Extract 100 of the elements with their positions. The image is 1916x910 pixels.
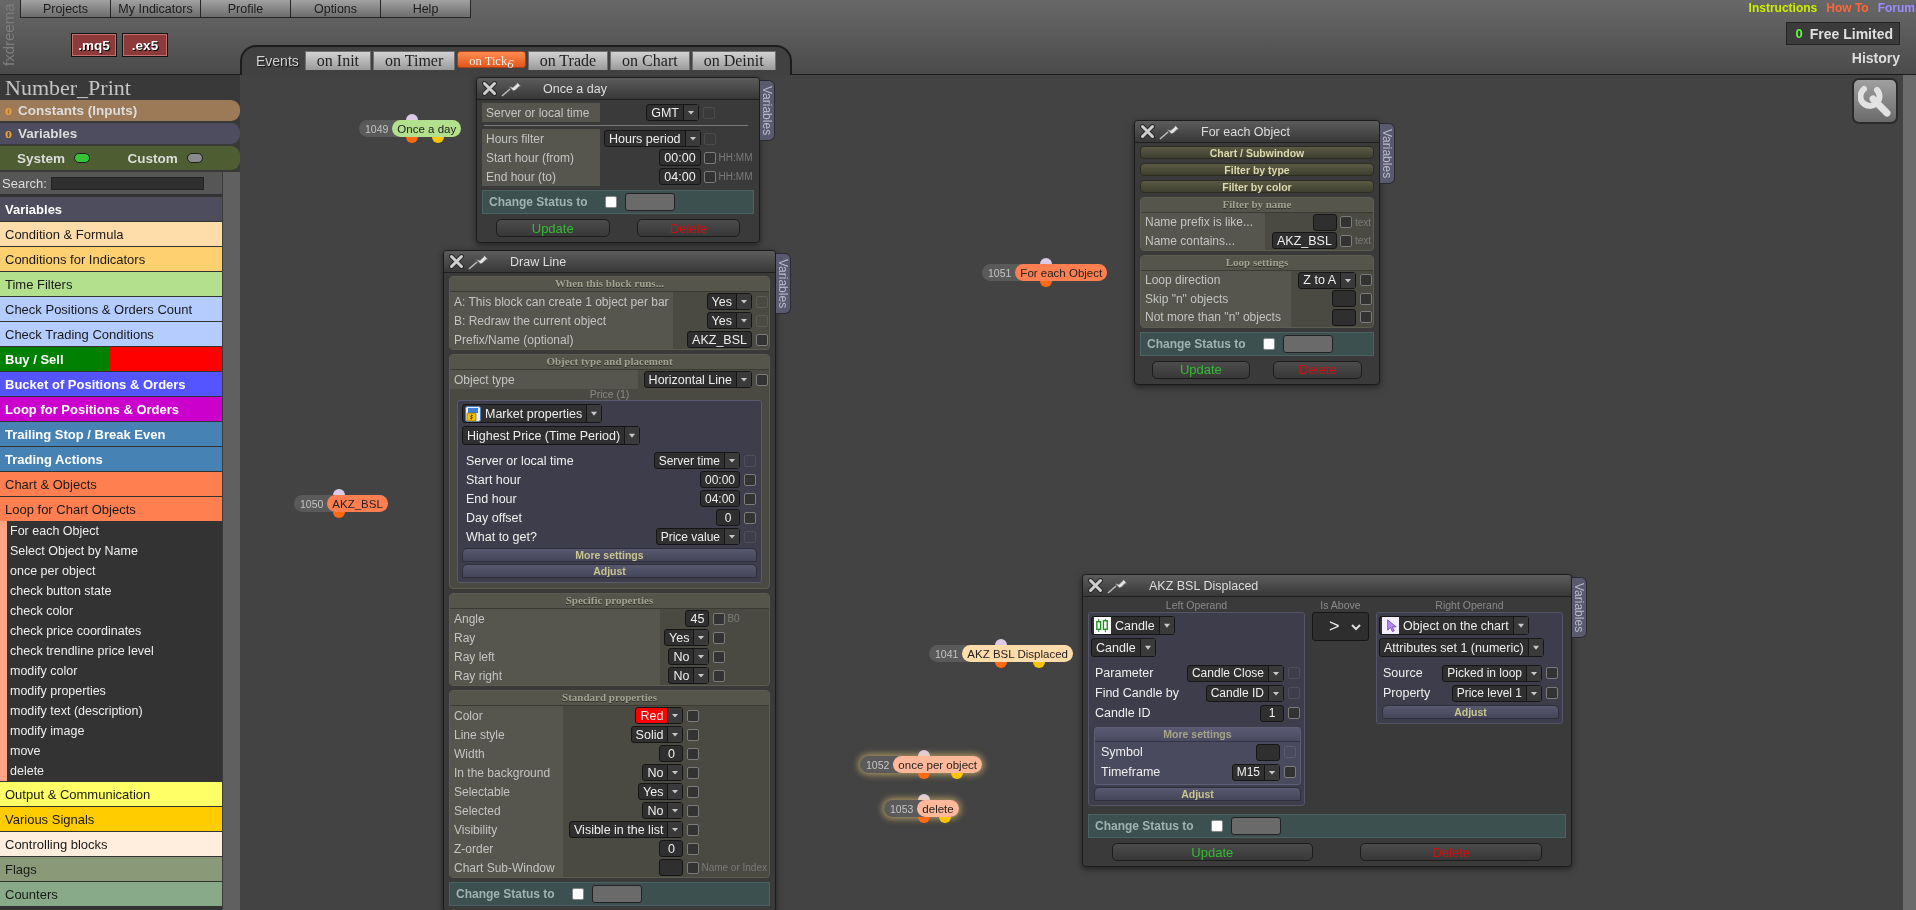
pin-icon[interactable] bbox=[1107, 577, 1129, 594]
menu-button[interactable]: Profile bbox=[200, 0, 291, 18]
checkbox[interactable] bbox=[743, 511, 756, 524]
dropdown[interactable]: Yes bbox=[706, 312, 752, 329]
scrollbar[interactable] bbox=[222, 172, 240, 910]
category-item[interactable]: Loop for Positions & Orders bbox=[0, 397, 222, 421]
export-button[interactable]: .ex5 bbox=[122, 33, 168, 57]
category-item[interactable]: Chart & Objects bbox=[0, 472, 222, 496]
expand-bar[interactable]: Adjust bbox=[462, 564, 757, 578]
event-tab[interactable]: on Deinit bbox=[691, 51, 776, 70]
diagram-node[interactable]: 1052 once per object bbox=[860, 756, 982, 773]
text-field[interactable] bbox=[1332, 308, 1356, 326]
text-field[interactable]: 04:00 bbox=[659, 168, 701, 185]
text-field[interactable] bbox=[1312, 213, 1337, 231]
event-tab[interactable]: on Timer bbox=[373, 51, 456, 70]
toggle-switch[interactable] bbox=[186, 153, 203, 163]
text-field[interactable]: 00:00 bbox=[659, 149, 701, 166]
event-tab[interactable]: on Init bbox=[304, 51, 372, 70]
block-item[interactable]: modify image bbox=[10, 721, 222, 741]
checkbox[interactable] bbox=[686, 823, 699, 836]
output-port-icon[interactable] bbox=[1040, 281, 1052, 287]
expand-bar[interactable]: Adjust bbox=[1094, 787, 1301, 801]
block-item[interactable]: modify properties bbox=[10, 681, 222, 701]
text-field[interactable]: 45 bbox=[685, 610, 710, 627]
output-port-icon[interactable] bbox=[939, 817, 951, 823]
variables-tab[interactable]: Variables bbox=[776, 253, 791, 315]
input-port-icon[interactable] bbox=[1040, 258, 1052, 264]
dropdown[interactable]: Hours period bbox=[604, 130, 701, 147]
output-port-icon[interactable] bbox=[1033, 662, 1045, 668]
output-port-icon[interactable] bbox=[432, 137, 444, 143]
checkbox[interactable] bbox=[686, 861, 699, 874]
input-port-icon[interactable] bbox=[406, 114, 418, 120]
text-field[interactable]: AKZ_BSL bbox=[1272, 232, 1337, 250]
update-button[interactable]: Update bbox=[1151, 360, 1250, 379]
block-item[interactable]: once per object bbox=[10, 561, 222, 581]
close-icon[interactable] bbox=[449, 254, 464, 269]
dropdown[interactable]: No bbox=[642, 764, 684, 781]
output-port-icon[interactable] bbox=[918, 817, 930, 823]
source-dropdown[interactable]: Attributes set 1 (numeric) bbox=[1379, 638, 1544, 657]
checkbox[interactable] bbox=[686, 804, 699, 817]
status-field[interactable] bbox=[1283, 334, 1333, 353]
block-item[interactable]: delete bbox=[10, 761, 222, 781]
checkbox[interactable] bbox=[1263, 337, 1275, 350]
dropdown[interactable]: Red bbox=[635, 707, 684, 724]
category-item[interactable]: Output & Communication bbox=[0, 782, 222, 806]
dropdown[interactable]: Visible in the list bbox=[569, 821, 684, 838]
category-item[interactable]: Trailing Stop / Break Even bbox=[0, 422, 222, 446]
category-item[interactable]: Buy / Sell bbox=[0, 347, 222, 371]
pin-icon[interactable] bbox=[501, 80, 523, 97]
pin-icon[interactable] bbox=[1159, 123, 1181, 140]
diagram-node[interactable]: 1050 AKZ_BSL bbox=[294, 495, 388, 512]
variables-tab[interactable]: Variables bbox=[760, 80, 775, 142]
dropdown[interactable]: No bbox=[642, 802, 684, 819]
source-dropdown[interactable]: Candle bbox=[1091, 638, 1156, 657]
dropdown[interactable]: Z to A bbox=[1298, 271, 1356, 289]
checkbox[interactable] bbox=[712, 631, 725, 644]
search-field[interactable] bbox=[50, 176, 204, 190]
dropdown[interactable]: Yes bbox=[706, 293, 752, 310]
block-item[interactable]: For each Object bbox=[10, 521, 222, 541]
checkbox[interactable] bbox=[686, 766, 699, 779]
scrollbar[interactable] bbox=[1903, 75, 1916, 910]
dropdown[interactable]: Price level 1 bbox=[1451, 684, 1542, 702]
checkbox[interactable] bbox=[1545, 687, 1558, 699]
checkbox[interactable] bbox=[712, 669, 725, 682]
block-item[interactable]: check price coordinates bbox=[10, 621, 222, 641]
menu-button[interactable]: Options bbox=[290, 0, 381, 18]
text-field[interactable]: 0 bbox=[716, 509, 740, 526]
checkbox[interactable] bbox=[605, 196, 617, 208]
output-port-icon[interactable] bbox=[918, 773, 930, 779]
dropdown[interactable]: Candle ID bbox=[1205, 684, 1284, 702]
checkbox[interactable] bbox=[686, 709, 699, 722]
input-port-icon[interactable] bbox=[918, 750, 930, 756]
dropdown[interactable]: Picked in loop bbox=[1442, 664, 1542, 682]
collapsed-section-bar[interactable]: Chart / Subwindow bbox=[1140, 146, 1374, 159]
collapsed-section-bar[interactable]: Filter by color bbox=[1140, 180, 1374, 193]
category-item[interactable]: Time Filters bbox=[0, 272, 222, 296]
event-tab[interactable]: on Chart bbox=[610, 51, 690, 70]
history-link[interactable]: History bbox=[1851, 50, 1900, 66]
source-dropdown[interactable]: Highest Price (Time Period) bbox=[462, 426, 641, 445]
block-item[interactable]: modify text (description) bbox=[10, 701, 222, 721]
input-port-icon[interactable] bbox=[995, 639, 1007, 645]
update-button[interactable]: Update bbox=[495, 219, 610, 237]
dropdown[interactable]: Horizontal Line bbox=[643, 371, 752, 388]
wrench-button[interactable] bbox=[1852, 78, 1898, 124]
block-item[interactable]: move bbox=[10, 741, 222, 761]
output-port-icon[interactable] bbox=[333, 512, 345, 518]
dropdown[interactable]: Price value bbox=[655, 528, 740, 545]
block-item[interactable]: check trendline price level bbox=[10, 641, 222, 661]
status-field[interactable] bbox=[1231, 817, 1281, 835]
menu-button[interactable]: Help bbox=[380, 0, 471, 18]
toggle-switch[interactable] bbox=[74, 153, 91, 163]
text-field[interactable] bbox=[1332, 290, 1356, 308]
text-field[interactable]: 0 bbox=[659, 840, 684, 857]
text-field[interactable] bbox=[659, 859, 684, 876]
output-port-icon[interactable] bbox=[995, 662, 1007, 668]
operator-dropdown[interactable]: > bbox=[1312, 612, 1369, 641]
event-tab[interactable]: on Trade bbox=[527, 51, 609, 70]
checkbox[interactable] bbox=[1545, 667, 1558, 679]
checkbox[interactable] bbox=[755, 333, 768, 346]
output-port-icon[interactable] bbox=[951, 773, 963, 779]
